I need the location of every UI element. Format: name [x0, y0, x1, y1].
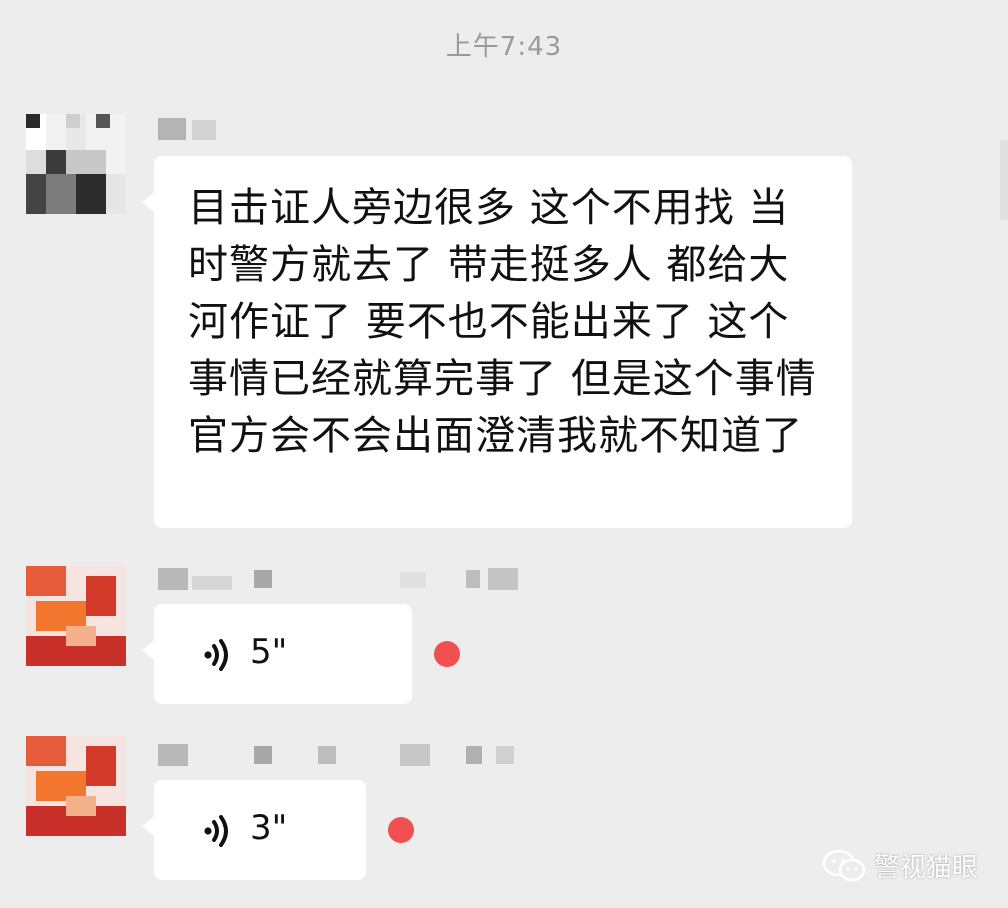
sender-name-blurred: [158, 568, 522, 590]
message-timestamp: 上午7:43: [445, 32, 563, 62]
voice-wave-icon: [204, 639, 228, 671]
unread-dot: [388, 817, 414, 843]
scroll-edge: [1000, 140, 1008, 220]
voice-duration: 5": [250, 632, 288, 672]
wechat-icon: [822, 849, 866, 881]
sender-name-blurred: [158, 118, 220, 140]
unread-dot: [434, 641, 460, 667]
watermark: 警视猫眼: [822, 847, 978, 884]
voice-duration: 3": [250, 808, 288, 848]
watermark-text: 警视猫眼: [873, 853, 978, 883]
chat-view: 上午7:43 目击证人旁边很多 这个不用找 当时警方就去了 带走挺多人 都给大河…: [0, 0, 1008, 908]
message-bubble-text[interactable]: 目击证人旁边很多 这个不用找 当时警方就去了 带走挺多人 都给大河作证了 要不也…: [142, 156, 852, 528]
avatar[interactable]: [26, 736, 126, 836]
voice-message-bubble[interactable]: 5": [142, 604, 412, 704]
avatar[interactable]: [26, 114, 126, 214]
voice-wave-icon: [204, 815, 228, 847]
voice-message-bubble[interactable]: 3": [142, 780, 366, 880]
avatar[interactable]: [26, 566, 126, 666]
sender-name-blurred: [158, 744, 518, 766]
message-text: 目击证人旁边很多 这个不用找 当时警方就去了 带走挺多人 都给大河作证了 要不也…: [188, 185, 817, 459]
